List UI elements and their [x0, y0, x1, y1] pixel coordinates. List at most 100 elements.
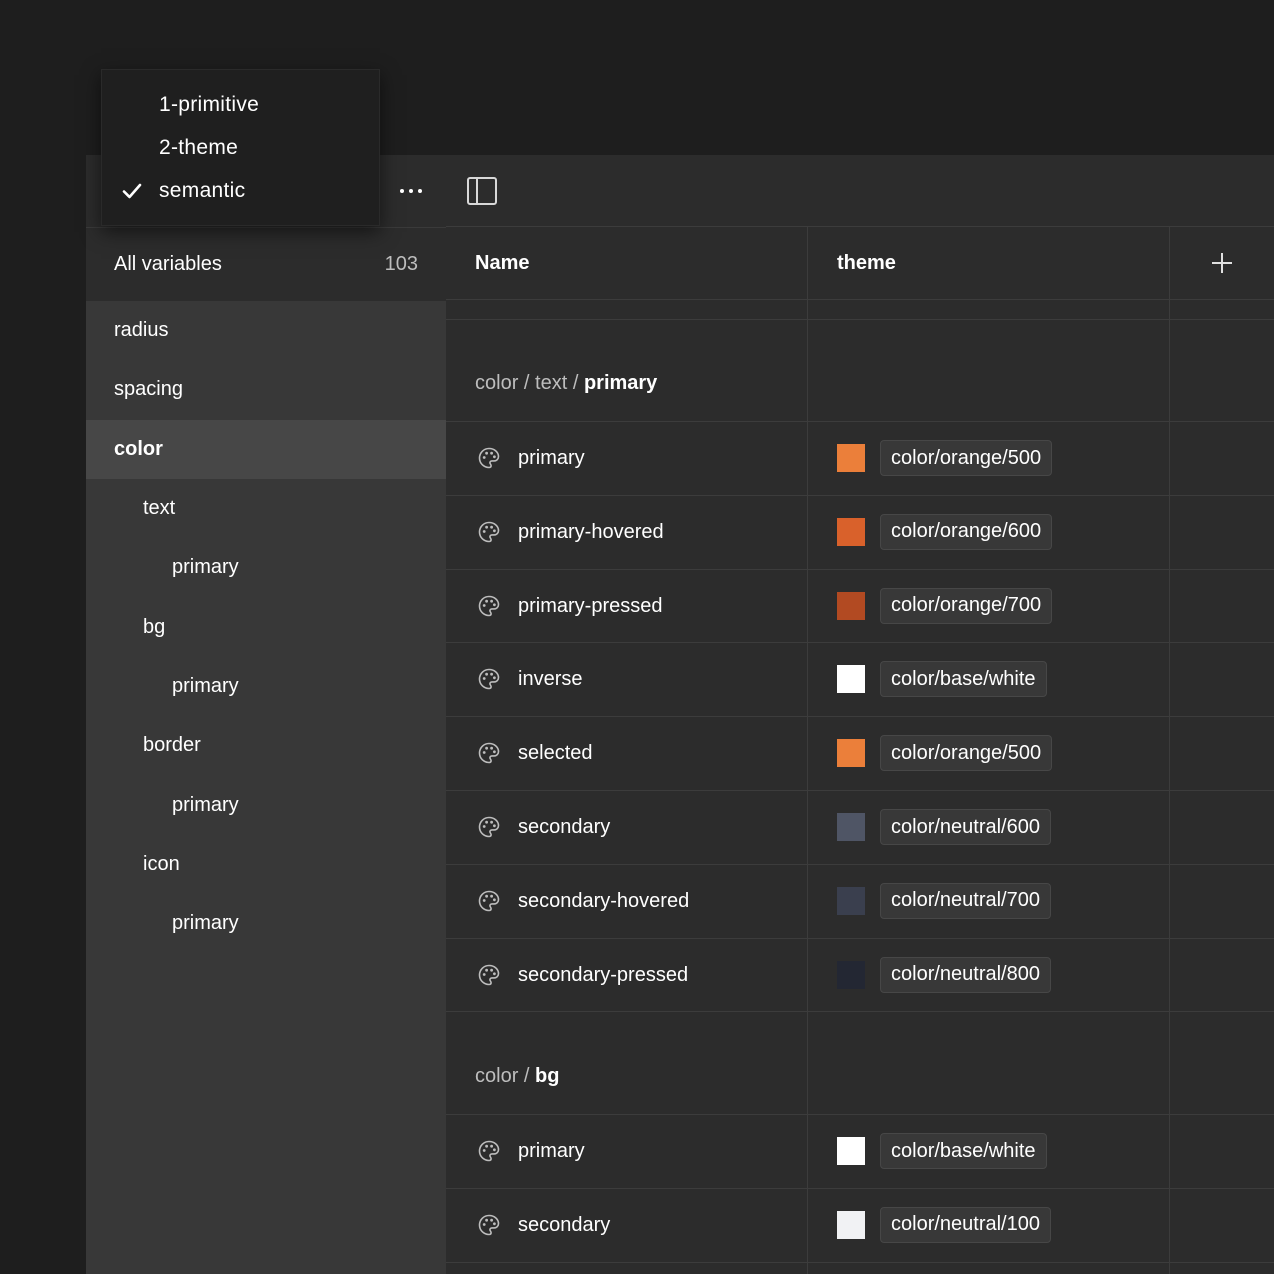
section-title: color / text / primary	[475, 372, 657, 395]
color-swatch[interactable]	[837, 444, 865, 472]
alias-pill[interactable]: color/base/white	[880, 661, 1047, 698]
alias-pill[interactable]: color/orange/700	[880, 587, 1053, 624]
palette-icon	[478, 521, 500, 543]
sidebar-group-bg[interactable]: bg	[86, 597, 446, 656]
divider	[446, 319, 1274, 320]
alias-pill[interactable]: color/neutral/100	[880, 1206, 1051, 1243]
section-title: color / bg	[475, 1065, 559, 1088]
sidebar-group-label: border	[143, 734, 201, 757]
divider	[446, 1262, 1274, 1263]
variable-name[interactable]: primary-pressed	[518, 570, 662, 643]
sidebar-panel-icon[interactable]	[466, 176, 498, 206]
column-header-theme[interactable]: theme	[837, 227, 896, 299]
collection-dropdown-menu: 1-primitive 2-theme semantic	[101, 69, 380, 226]
palette-icon	[478, 595, 500, 616]
palette-icon	[478, 816, 500, 838]
more-options-button[interactable]	[388, 177, 434, 205]
color-swatch[interactable]	[837, 813, 865, 841]
plus-icon	[1212, 253, 1232, 273]
all-variables-label: All variables	[114, 253, 222, 275]
palette-icon	[478, 447, 500, 469]
variable-row[interactable]: primary color/orange/500	[446, 422, 1274, 495]
add-mode-button[interactable]	[1170, 227, 1274, 299]
variable-name[interactable]: primary	[518, 1115, 585, 1188]
variable-row[interactable]: secondary color/neutral/600	[446, 791, 1274, 864]
alias-pill[interactable]: color/neutral/700	[880, 882, 1051, 919]
variable-name[interactable]: primary	[518, 422, 585, 495]
sidebar-group-label: spacing	[114, 378, 183, 401]
menu-item-1-primitive[interactable]: 1-primitive	[102, 85, 379, 125]
collections-sidebar: All variables 103 radius spacing color text…	[86, 155, 446, 1274]
section-path: color /	[475, 1065, 536, 1087]
color-swatch[interactable]	[837, 739, 865, 768]
sidebar-group-label: primary	[172, 793, 239, 816]
alias-pill[interactable]: color/orange/600	[880, 513, 1053, 550]
color-swatch[interactable]	[837, 517, 865, 546]
table-toolbar	[446, 155, 1274, 227]
palette-icon	[478, 964, 500, 985]
sidebar-group-label: icon	[143, 852, 180, 875]
checkmark-icon	[122, 183, 142, 199]
palette-icon	[478, 890, 500, 912]
sidebar-group-label: primary	[172, 674, 239, 697]
sidebar-group-label: bg	[143, 615, 166, 638]
sidebar-group-primary[interactable]: primary	[86, 538, 446, 597]
sidebar-group-text[interactable]: text	[86, 479, 446, 538]
variable-name[interactable]: inverse	[518, 643, 582, 716]
variable-name[interactable]: selected	[518, 717, 593, 790]
variable-row[interactable]: secondary color/neutral/100	[446, 1189, 1274, 1262]
column-header-name[interactable]: Name	[475, 227, 529, 299]
alias-pill[interactable]: color/orange/500	[880, 440, 1053, 476]
color-swatch[interactable]	[837, 960, 865, 989]
section-current: bg	[535, 1065, 560, 1087]
variables-table: Name theme color / text / primary primary…	[446, 155, 1274, 1274]
table-header: Name theme	[446, 227, 1274, 300]
more-horizontal-icon	[400, 189, 404, 193]
sidebar-group-label: radius	[114, 319, 169, 342]
menu-item-2-theme[interactable]: 2-theme	[102, 128, 379, 168]
color-swatch[interactable]	[837, 591, 865, 620]
all-variables-count: 103	[384, 253, 418, 275]
variable-row[interactable]: primary-hovered color/orange/600	[446, 496, 1274, 569]
sidebar-group-border[interactable]: border	[86, 716, 446, 775]
variable-row[interactable]: primary color/base/white	[446, 1115, 1274, 1188]
section-current: primary	[583, 372, 658, 394]
sidebar-group-spacing[interactable]: spacing	[86, 360, 446, 419]
palette-icon	[478, 1140, 500, 1162]
variable-name[interactable]: secondary-hovered	[518, 865, 689, 938]
menu-item-semantic[interactable]: semantic	[102, 171, 379, 211]
variable-row[interactable]: inverse color/base/white	[446, 643, 1274, 716]
alias-pill[interactable]: color/orange/500	[880, 735, 1053, 772]
sidebar-group-primary[interactable]: primary	[86, 657, 446, 716]
sidebar-group-primary[interactable]: primary	[86, 775, 446, 834]
palette-icon	[478, 669, 500, 690]
variable-name[interactable]: secondary	[518, 1189, 610, 1262]
palette-icon	[478, 1214, 500, 1236]
variable-row[interactable]: primary-pressed color/orange/700	[446, 570, 1274, 643]
variable-name[interactable]: secondary-pressed	[518, 939, 688, 1012]
sidebar-group-icon[interactable]: icon	[86, 835, 446, 894]
color-swatch[interactable]	[837, 1137, 865, 1165]
alias-pill[interactable]: color/base/white	[880, 1133, 1047, 1169]
variable-name[interactable]: secondary	[518, 791, 610, 864]
section-path: color / text /	[475, 372, 584, 394]
sidebar-group-color[interactable]: color	[86, 419, 446, 479]
alias-pill[interactable]: color/neutral/600	[880, 809, 1051, 845]
variable-row[interactable]: secondary-hovered color/neutral/700	[446, 865, 1274, 938]
variable-row[interactable]: selected color/orange/500	[446, 717, 1274, 790]
sidebar-group-radius[interactable]: radius	[86, 301, 446, 360]
sidebar-group-label: primary	[172, 912, 239, 935]
variable-name[interactable]: primary-hovered	[518, 496, 664, 569]
variable-row[interactable]: secondary-pressed color/neutral/800	[446, 939, 1274, 1012]
divider	[446, 1011, 1274, 1012]
color-swatch[interactable]	[837, 1210, 865, 1239]
color-swatch[interactable]	[837, 886, 865, 915]
group-tree: radius spacing color text primary bg primary bo…	[86, 301, 446, 953]
sidebar-group-label: color	[114, 437, 163, 460]
color-swatch[interactable]	[837, 665, 865, 694]
all-variables-item[interactable]: All variables 103	[86, 227, 446, 301]
sidebar-group-primary[interactable]: primary	[86, 894, 446, 953]
sidebar-group-label: primary	[172, 556, 239, 579]
sidebar-group-label: text	[143, 497, 176, 520]
alias-pill[interactable]: color/neutral/800	[880, 956, 1051, 993]
